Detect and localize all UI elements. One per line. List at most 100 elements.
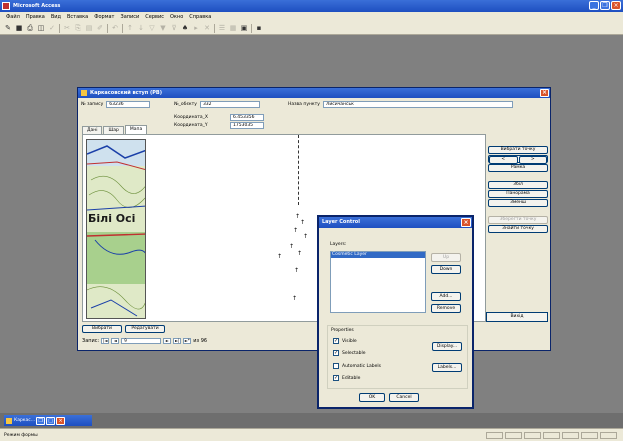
- layer-remove-button[interactable]: Remove: [431, 304, 461, 313]
- apply-filter-icon[interactable]: ⊽: [170, 24, 178, 32]
- selectable-checkbox[interactable]: ✓ Selectable: [333, 350, 366, 356]
- pan-button[interactable]: Панорама: [488, 190, 548, 198]
- layer-down-button[interactable]: Down: [431, 265, 461, 274]
- save-point-button[interactable]: Зберегти точку: [488, 216, 548, 224]
- choose-point-button[interactable]: Вибрати точку: [488, 146, 548, 154]
- layer-add-button[interactable]: Add...: [431, 292, 461, 301]
- save-icon[interactable]: ■: [15, 24, 23, 32]
- menu-view[interactable]: Вид: [51, 14, 61, 20]
- menu-insert[interactable]: Вставка: [67, 14, 88, 20]
- point-name-field[interactable]: Лисичанськ: [322, 101, 513, 108]
- close-icon[interactable]: ×: [56, 416, 66, 425]
- status-cell: [543, 432, 560, 439]
- record-navigator: Запис: |◄ ◄ 9 ► ►| ►* из 96: [82, 338, 207, 344]
- next-button[interactable]: >: [518, 156, 547, 164]
- coord-x-field[interactable]: 6.453356: [230, 113, 264, 121]
- record-total: из 96: [193, 338, 208, 344]
- filter-selection-icon[interactable]: ▽: [148, 24, 156, 32]
- map-marker: ↑: [289, 243, 295, 250]
- layer-item-cosmetic[interactable]: Cosmetic Layer: [331, 252, 425, 258]
- map-marker: ↑: [293, 227, 299, 234]
- menu-file[interactable]: Файл: [6, 14, 20, 20]
- display-button[interactable]: Display...: [432, 342, 462, 351]
- paste-icon[interactable]: ▤: [85, 24, 93, 32]
- prev-button[interactable]: <: [489, 156, 518, 164]
- select-button[interactable]: Вибрати: [82, 325, 122, 333]
- dialog-title: Layer Control: [322, 219, 360, 225]
- status-cell: [600, 432, 617, 439]
- tab-data[interactable]: Дані: [82, 126, 103, 134]
- topographic-map[interactable]: Білі Осі: [86, 139, 146, 319]
- sort-desc-icon[interactable]: ↓: [137, 24, 145, 32]
- print-icon[interactable]: ⎙: [26, 24, 34, 32]
- coord-y-field[interactable]: 1753035: [230, 121, 264, 129]
- minimize-icon[interactable]: _: [589, 1, 599, 10]
- menu-records[interactable]: Записи: [120, 14, 139, 20]
- map-place-label: Білі Осі: [88, 212, 136, 225]
- dialog-close-icon[interactable]: ×: [461, 218, 471, 227]
- layer-up-button[interactable]: Up: [431, 253, 461, 262]
- copy-icon[interactable]: ⎘: [74, 24, 82, 32]
- cut-icon[interactable]: ✂: [63, 24, 71, 32]
- form-close-icon[interactable]: ×: [540, 89, 549, 97]
- help-icon[interactable]: ▪: [255, 24, 263, 32]
- first-record-button[interactable]: |◄: [101, 338, 110, 344]
- exit-button[interactable]: Вихід: [486, 312, 548, 322]
- object-number-label: №_обєкту: [174, 102, 197, 107]
- new-record-button[interactable]: ►*: [183, 338, 192, 344]
- access-icon: [2, 2, 10, 10]
- next-record-button[interactable]: ►: [163, 338, 172, 344]
- menu-edit[interactable]: Правка: [26, 14, 45, 20]
- menu-help[interactable]: Справка: [189, 14, 211, 20]
- app-title: Microsoft Access: [13, 3, 61, 9]
- toolbar: ✎ ■ ⎙ ◫ ✓ ✂ ⎘ ▤ ✐ ↶ ↑ ↓ ▽ ▼ ⊽ ♠ ▸ ✕ ☰ ▦ …: [0, 22, 623, 35]
- menubar: Файл Правка Вид Вставка Формат Записи Се…: [0, 12, 623, 22]
- visible-checkbox[interactable]: ✓ Visible: [333, 338, 357, 344]
- menu-window[interactable]: Окно: [170, 14, 183, 20]
- record-label: Запис:: [82, 338, 100, 344]
- tab-layer[interactable]: Шар: [103, 126, 124, 134]
- cancel-button[interactable]: Cancel: [389, 393, 419, 402]
- editable-checkbox[interactable]: ✓ Editable: [333, 375, 360, 381]
- last-record-button[interactable]: ►|: [173, 338, 182, 344]
- layers-list[interactable]: Cosmetic Layer: [330, 251, 426, 313]
- restore-icon[interactable]: ❐: [36, 416, 46, 425]
- status-cell: [486, 432, 503, 439]
- restore-icon[interactable]: ❐: [600, 1, 610, 10]
- auto-labels-checkbox[interactable]: Automatic Labels: [333, 363, 381, 369]
- coord-x-label: Координата_X: [174, 114, 209, 120]
- current-record-field[interactable]: 9: [121, 338, 162, 344]
- form-title: Каркасовский вступ (РВ): [90, 90, 163, 96]
- record-number-field[interactable]: 63236: [106, 101, 151, 108]
- design-view-icon[interactable]: ✎: [4, 24, 12, 32]
- menu-format[interactable]: Формат: [94, 14, 114, 20]
- undo-icon[interactable]: ↶: [111, 24, 119, 32]
- filter-form-icon[interactable]: ▼: [159, 24, 167, 32]
- properties-icon[interactable]: ☰: [218, 24, 226, 32]
- delete-record-icon[interactable]: ✕: [203, 24, 211, 32]
- maximize-icon[interactable]: □: [46, 416, 56, 425]
- zoom-in-button[interactable]: Збіл: [488, 181, 548, 189]
- close-icon[interactable]: ×: [611, 1, 621, 10]
- menu-tools[interactable]: Сервис: [145, 14, 164, 20]
- database-window-icon[interactable]: ▦: [229, 24, 237, 32]
- sort-asc-icon[interactable]: ↑: [126, 24, 134, 32]
- object-number-field[interactable]: 332: [199, 101, 260, 108]
- map-marker: ↑: [300, 219, 306, 226]
- new-record-icon[interactable]: ▸: [192, 24, 200, 32]
- minimized-window[interactable]: Каркас... ❐ □ ×: [4, 415, 92, 426]
- view-point-button[interactable]: Знайти точку: [488, 225, 548, 233]
- frame-button[interactable]: Рамка: [488, 164, 548, 172]
- labels-button[interactable]: Labels...: [432, 363, 462, 372]
- edit-button[interactable]: Редагувати: [125, 325, 165, 333]
- zoom-out-button[interactable]: Зменш: [488, 199, 548, 207]
- spelling-icon[interactable]: ✓: [48, 24, 56, 32]
- prev-record-button[interactable]: ◄: [111, 338, 120, 344]
- ok-button[interactable]: OK: [359, 393, 385, 402]
- new-object-icon[interactable]: ▣: [240, 24, 248, 32]
- print-preview-icon[interactable]: ◫: [37, 24, 45, 32]
- tab-map[interactable]: Мапа: [124, 125, 148, 134]
- status-cell: [562, 432, 579, 439]
- find-icon[interactable]: ♠: [181, 24, 189, 32]
- format-painter-icon[interactable]: ✐: [96, 24, 104, 32]
